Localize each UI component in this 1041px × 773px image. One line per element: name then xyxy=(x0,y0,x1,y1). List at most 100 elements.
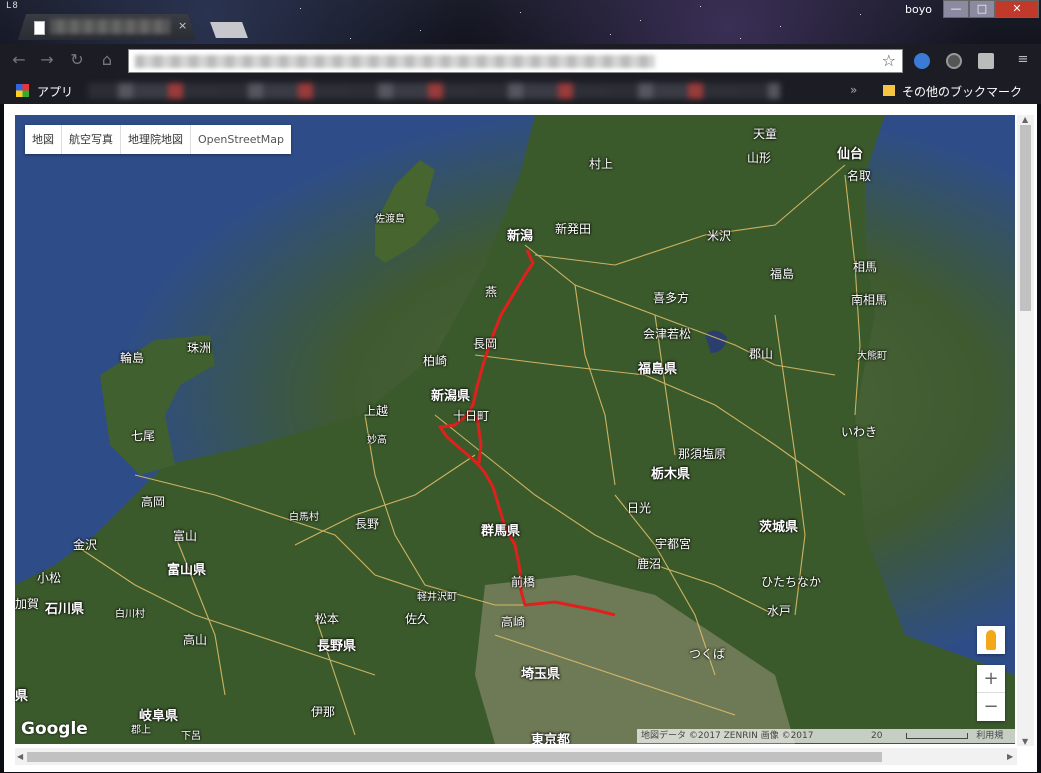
maximize-button[interactable]: □ xyxy=(969,0,995,18)
map-place-label: 高崎 xyxy=(501,615,526,629)
map-place-label: 金沢 xyxy=(73,538,98,552)
profile-name[interactable]: boyo xyxy=(905,3,932,16)
extension-circle-icon[interactable] xyxy=(946,53,962,69)
address-bar[interactable]: ☆ xyxy=(128,49,903,73)
page-icon xyxy=(34,21,45,35)
scale-label: 20 km xyxy=(871,731,883,741)
pegman-icon xyxy=(986,630,996,650)
horizontal-scroll-thumb[interactable] xyxy=(27,752,882,762)
map-place-label: 十日町 xyxy=(453,409,490,423)
other-bookmarks[interactable]: その他のブックマーク xyxy=(902,83,1022,100)
map-place-label: 鹿沼 xyxy=(637,557,662,571)
map-type-gsi[interactable]: 地理院地図 xyxy=(121,125,191,154)
zoom-control: + − xyxy=(977,665,1005,721)
map-place-label: 長野県 xyxy=(317,639,357,654)
horizontal-scrollbar[interactable]: ◀ ▶ xyxy=(15,748,1017,765)
map-place-label: 佐渡島 xyxy=(375,214,405,225)
map-place-label: 新潟県 xyxy=(431,389,471,404)
map-place-label: 七尾 xyxy=(131,429,156,443)
map-place-label: 高岡 xyxy=(141,495,166,509)
scroll-left-icon[interactable]: ◀ xyxy=(17,752,23,761)
map-place-label: 福島県 xyxy=(638,362,678,377)
map-place-label: 茨城県 xyxy=(759,520,799,535)
map-place-label: 燕 xyxy=(485,285,498,299)
map-type-control: 地図 航空写真 地理院地図 OpenStreetMap xyxy=(25,125,292,154)
extension-square-icon[interactable] xyxy=(978,53,994,69)
map-type-osm[interactable]: OpenStreetMap xyxy=(191,125,291,154)
close-button[interactable]: ✕ xyxy=(995,0,1039,18)
map-place-label: 仙台 xyxy=(837,147,864,162)
scroll-up-icon[interactable]: ▲ xyxy=(1022,115,1028,124)
terms-link[interactable]: 利用規約 xyxy=(972,729,1015,743)
map-place-label: 柏崎 xyxy=(423,354,448,368)
map-place-label: 相馬 xyxy=(853,260,878,274)
map-place-label: いわき xyxy=(841,425,878,439)
map-place-label: ひたちなか xyxy=(761,575,822,589)
map-place-label: 会津若松 xyxy=(643,327,692,341)
map-type-satellite[interactable]: 航空写真 xyxy=(62,125,121,154)
map-place-label: つくば xyxy=(689,647,726,661)
map-place-label: 富山 xyxy=(173,529,198,543)
map-place-label: 栃木県 xyxy=(651,467,691,482)
url-blurred xyxy=(135,55,655,68)
vertical-scroll-thumb[interactable] xyxy=(1020,125,1031,311)
scroll-right-icon[interactable]: ▶ xyxy=(1007,752,1013,761)
map-place-label: 新潟 xyxy=(507,229,534,244)
map-place-label: 県 xyxy=(15,689,29,704)
map-place-label: 白川村 xyxy=(115,609,145,620)
map-type-roadmap[interactable]: 地図 xyxy=(25,125,62,154)
zoom-out-button[interactable]: − xyxy=(977,693,1005,721)
new-tab-button[interactable] xyxy=(210,22,248,38)
tab-close-icon[interactable]: × xyxy=(178,19,187,32)
map-place-label: 郡山 xyxy=(749,347,774,361)
tab-active[interactable]: × xyxy=(18,14,196,40)
map-place-label: 富山県 xyxy=(167,563,207,578)
map-place-label: 小松 xyxy=(37,571,62,585)
window-logo: L8 xyxy=(6,1,19,11)
map-place-label: 村上 xyxy=(589,157,614,171)
bookmarks-overflow-icon[interactable]: » xyxy=(850,83,857,97)
map-place-label: 長岡 xyxy=(473,337,498,351)
map-place-label: 加賀 xyxy=(15,597,40,611)
google-logo: Google xyxy=(21,719,88,739)
map-place-label: 高山 xyxy=(183,633,208,647)
map-place-label: 名取 xyxy=(847,169,872,183)
map-place-label: 埼玉県 xyxy=(521,667,561,682)
map-place-label: 群馬県 xyxy=(481,524,521,539)
map-place-label: 長野 xyxy=(355,517,380,531)
reload-icon[interactable]: ↻ xyxy=(66,50,88,69)
map-place-label: 南相馬 xyxy=(851,293,888,307)
map-place-label: 下呂 xyxy=(181,731,201,742)
attribution-text[interactable]: 地図データ ©2017 ZENRIN 画像 ©2017 TerraMetrics xyxy=(637,729,867,743)
zoom-in-button[interactable]: + xyxy=(977,665,1005,693)
bookmark-star-icon[interactable]: ☆ xyxy=(882,51,896,70)
map-place-label: 米沢 xyxy=(707,229,732,243)
minimize-button[interactable]: — xyxy=(943,0,969,18)
map-place-label: 水戸 xyxy=(767,604,792,618)
map-place-label: 妙高 xyxy=(367,435,387,446)
map-place-label: 松本 xyxy=(315,612,340,626)
menu-icon[interactable]: ≡ xyxy=(1012,52,1034,67)
vertical-scrollbar[interactable]: ▲ ▼ xyxy=(1017,115,1034,746)
map-place-label: 伊那 xyxy=(311,705,336,719)
map-place-label: 日光 xyxy=(627,501,652,515)
map-place-label: 石川県 xyxy=(45,602,85,617)
map-attribution: 地図データ ©2017 ZENRIN 画像 ©2017 TerraMetrics… xyxy=(637,729,1015,743)
title-bar: L8 × boyo — □ ✕ xyxy=(0,0,1041,44)
street-view-button[interactable] xyxy=(977,626,1005,654)
scroll-down-icon[interactable]: ▼ xyxy=(1022,737,1028,746)
tab-title-blurred xyxy=(50,19,170,34)
map-place-label: 宇都宮 xyxy=(655,537,692,551)
map-place-label: 前橋 xyxy=(511,575,536,589)
map-place-label: 珠洲 xyxy=(187,341,212,355)
map-place-label: 天童 xyxy=(753,127,778,141)
back-icon[interactable]: ← xyxy=(8,50,30,69)
map-canvas[interactable]: 天童 山形 仙台 名取 村上 佐渡島 新潟 新発田 米沢 相馬 福島燕 喜多方 南相馬 会津若松 長岡 郡山 大… xyxy=(15,115,1015,744)
forward-icon[interactable]: → xyxy=(36,50,58,69)
home-icon[interactable]: ⌂ xyxy=(96,50,118,69)
extension-e-icon[interactable] xyxy=(914,53,930,69)
apps-bookmark[interactable]: アプリ xyxy=(37,83,73,100)
apps-grid-icon[interactable] xyxy=(16,84,29,97)
map-place-label: 喜多方 xyxy=(653,291,690,305)
map-place-label: 新発田 xyxy=(555,222,592,236)
